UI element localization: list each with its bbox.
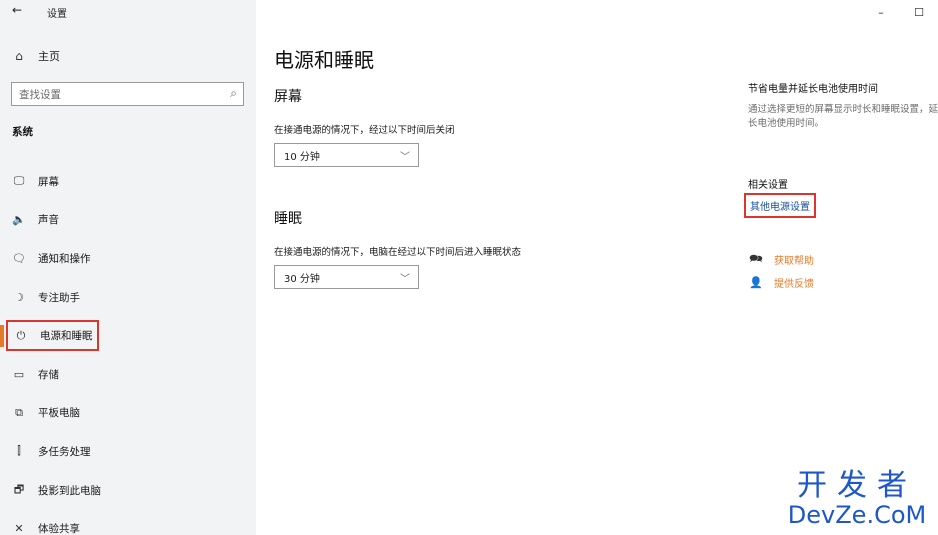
sidebar: ← 设置 ⌂ 主页 ⌕ 系统 🖵 屏幕 🔈 声音 🗨 通知和操作 ☽ 专注助手 … (0, 0, 256, 535)
section-label: 系统 (12, 126, 33, 138)
main-content: 电源和睡眠 屏幕 在接通电源的情况下，经过以下时间后关闭 10 分钟 ﹀ 睡眠 … (256, 0, 726, 535)
window-title: 设置 (47, 9, 67, 20)
chat-help-icon: 🗪 (749, 252, 763, 265)
screen-timeout-value: 10 分钟 (284, 151, 320, 163)
notification-icon: 🗨 (12, 251, 26, 265)
screen-description: 在接通电源的情况下，经过以下时间后关闭 (274, 125, 455, 136)
get-help-label: 获取帮助 (774, 256, 814, 267)
sidebar-item-project[interactable]: 🗗 投影到此电脑 (0, 471, 256, 510)
screen-timeout-dropdown[interactable]: 10 分钟 ﹀ (274, 143, 419, 167)
storage-icon: ▭ (13, 367, 25, 381)
search-input[interactable] (12, 84, 212, 106)
sidebar-item-power-sleep[interactable]: ⏻ 电源和睡眠 (0, 316, 256, 355)
sidebar-nav: 🖵 屏幕 🔈 声音 🗨 通知和操作 ☽ 专注助手 ⏻ 电源和睡眠 ▭ 存储 ⧉ … (0, 162, 256, 535)
feedback-icon: 👤 (749, 276, 763, 289)
sidebar-item-home[interactable]: ⌂ 主页 (12, 48, 60, 64)
get-help-link[interactable]: 🗪 获取帮助 (748, 250, 814, 269)
sidebar-item-label: 通知和操作 (38, 252, 91, 265)
speaker-icon: 🔈 (12, 213, 26, 227)
watermark-en: DevZe.CoM (787, 501, 927, 529)
highlight-box: ⏻ 电源和睡眠 (6, 320, 99, 352)
sidebar-item-display[interactable]: 🖵 屏幕 (0, 162, 256, 201)
share-icon: ✕ (14, 522, 24, 535)
tip-title: 节省电量并延长电池使用时间 (748, 84, 878, 95)
home-icon: ⌂ (15, 49, 23, 63)
screen-heading: 屏幕 (274, 89, 302, 105)
search-icon[interactable]: ⌕ (230, 86, 237, 101)
monitor-icon: 🖵 (13, 174, 25, 188)
home-label: 主页 (38, 50, 60, 63)
tip-description: 通过选择更短的屏幕显示时长和睡眠设置，延长电池使用时间。 (748, 104, 938, 129)
sleep-timeout-dropdown[interactable]: 30 分钟 ﹀ (274, 265, 419, 289)
sleep-timeout-value: 30 分钟 (284, 273, 320, 285)
additional-power-settings-link[interactable]: 其他电源设置 (744, 193, 816, 218)
sidebar-item-tablet[interactable]: ⧉ 平板电脑 (0, 394, 256, 433)
multitask-icon: ⫿ (17, 444, 21, 458)
sidebar-item-sound[interactable]: 🔈 声音 (0, 201, 256, 240)
give-feedback-label: 提供反馈 (774, 279, 814, 290)
page-title: 电源和睡眠 (274, 48, 374, 72)
chevron-down-icon: ﹀ (400, 152, 410, 163)
sidebar-item-label: 多任务处理 (38, 445, 91, 458)
sidebar-item-label: 声音 (38, 214, 59, 227)
sidebar-item-label: 平板电脑 (38, 407, 80, 420)
related-settings-title: 相关设置 (748, 180, 788, 191)
tablet-icon: ⧉ (15, 405, 23, 419)
give-feedback-link[interactable]: 👤 提供反馈 (748, 275, 814, 290)
sidebar-item-label: 投影到此电脑 (38, 484, 101, 497)
sidebar-item-storage[interactable]: ▭ 存储 (0, 355, 256, 394)
watermark-cn: 开发者 (797, 468, 917, 503)
sidebar-item-label: 电源和睡眠 (40, 330, 93, 343)
sidebar-item-label: 屏幕 (38, 175, 59, 188)
back-arrow-icon[interactable]: ← (12, 3, 22, 17)
watermark-logo: 开发者 DevZe.CoM (782, 468, 932, 529)
sidebar-item-notifications[interactable]: 🗨 通知和操作 (0, 239, 256, 278)
sidebar-item-label: 存储 (38, 368, 59, 381)
moon-icon: ☽ (14, 290, 24, 304)
sidebar-item-focus-assist[interactable]: ☽ 专注助手 (0, 278, 256, 317)
power-icon: ⏻ (16, 328, 26, 342)
right-panel: 节省电量并延长电池使用时间 通过选择更短的屏幕显示时长和睡眠设置，延长电池使用时… (744, 0, 938, 535)
project-icon: 🗗 (13, 482, 25, 496)
search-box[interactable]: ⌕ (11, 82, 244, 106)
sidebar-item-multitasking[interactable]: ⫿ 多任务处理 (0, 432, 256, 471)
sidebar-item-label: 体验共享 (38, 523, 80, 535)
chevron-down-icon: ﹀ (400, 274, 410, 285)
sidebar-item-shared-experiences[interactable]: ✕ 体验共享 (0, 509, 256, 535)
sidebar-item-label: 专注助手 (38, 291, 80, 304)
sleep-heading: 睡眠 (274, 211, 302, 227)
sleep-description: 在接通电源的情况下，电脑在经过以下时间后进入睡眠状态 (274, 247, 522, 258)
